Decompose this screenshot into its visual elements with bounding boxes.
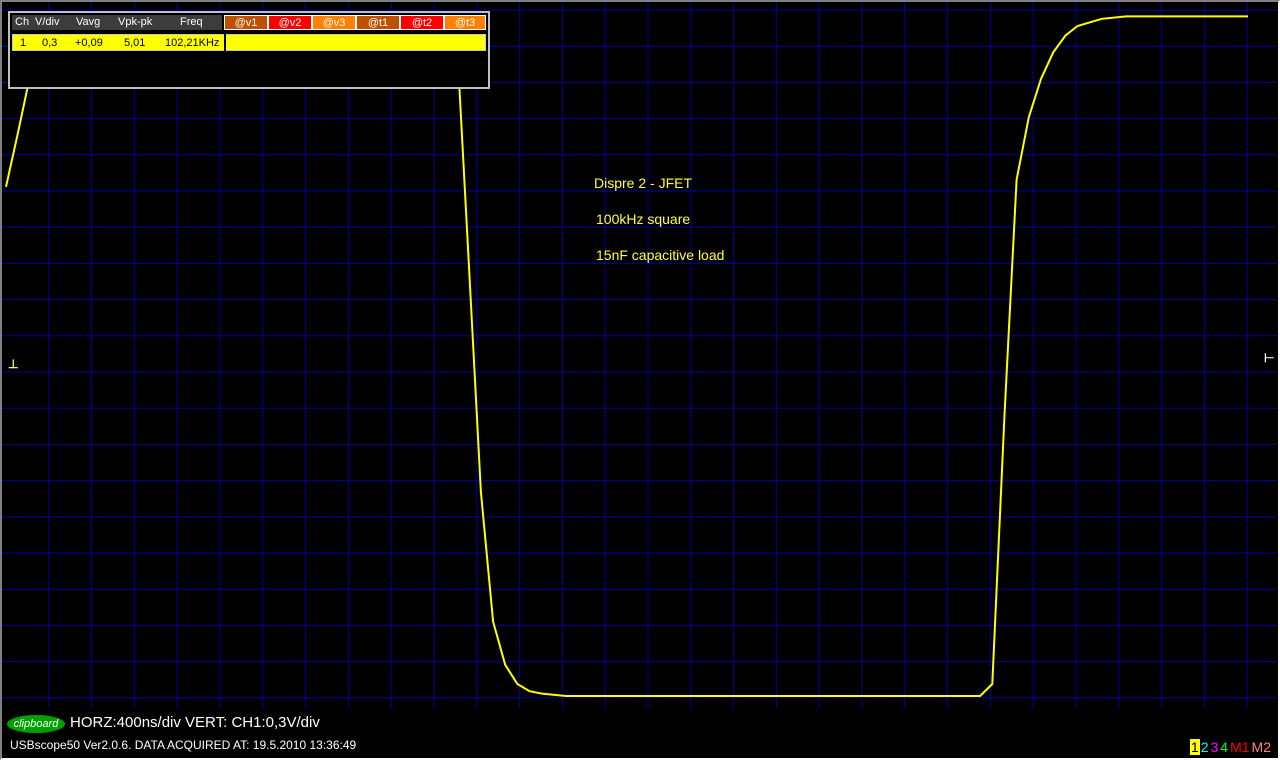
- col-header-vdiv: V/div: [35, 16, 60, 28]
- col-header-vavg: Vavg: [76, 16, 101, 28]
- channel-legend-m1[interactable]: M1: [1229, 739, 1250, 755]
- scale-readout: HORZ:400ns/div VERT: CH1:0,3V/div: [70, 714, 320, 731]
- graticule-grid: [2, 2, 1278, 708]
- cursor-v1-button[interactable]: @v1: [224, 15, 268, 30]
- scope-window: ⊥ ⊢ Ch V/div Vavg Vpk-pk Freq @v1 @v2 @v…: [0, 0, 1280, 760]
- annotation-line-3: 15nF capacitive load: [596, 247, 725, 263]
- channel-legend-3[interactable]: 3: [1210, 739, 1220, 755]
- channel-legend-1[interactable]: 1: [1189, 739, 1200, 755]
- cell-vpkpk: 5,01: [124, 37, 146, 49]
- channel-legend-m2[interactable]: M2: [1251, 739, 1272, 755]
- channel-legend-4[interactable]: 4: [1219, 739, 1229, 755]
- cell-vavg: +0,09: [75, 37, 103, 49]
- row-separator: [224, 34, 226, 51]
- acquisition-info: USBscope50 Ver2.0.6. DATA ACQUIRED AT: 1…: [10, 738, 357, 752]
- cell-vdiv: 0,3: [42, 37, 58, 49]
- cell-ch: 1: [20, 37, 27, 49]
- cursor-t3-button[interactable]: @t3: [444, 15, 486, 30]
- cursor-t1-button[interactable]: @t1: [356, 15, 400, 30]
- cursor-v2-button[interactable]: @v2: [268, 15, 312, 30]
- col-header-ch: Ch: [15, 16, 30, 28]
- annotation-line-1: Dispre 2 - JFET: [594, 175, 693, 191]
- col-header-freq: Freq: [180, 16, 203, 28]
- oscilloscope-display[interactable]: [2, 2, 1278, 758]
- cursor-t2-button[interactable]: @t2: [400, 15, 444, 30]
- cell-freq: 102,21KHz: [165, 37, 220, 49]
- annotation-line-2: 100kHz square: [596, 211, 691, 227]
- clipboard-button[interactable]: clipboard: [7, 715, 65, 733]
- channel-legend: 1 2 3 4 M1 M2: [1189, 739, 1272, 755]
- col-header-vpkpk: Vpk-pk: [118, 16, 153, 28]
- ground-marker-icon[interactable]: ⊥: [8, 357, 18, 371]
- trigger-marker-icon[interactable]: ⊢: [1264, 351, 1274, 365]
- channel-legend-2[interactable]: 2: [1200, 739, 1210, 755]
- measurement-table: Ch V/div Vavg Vpk-pk Freq @v1 @v2 @v3 @t…: [8, 11, 490, 89]
- cursor-v3-button[interactable]: @v3: [312, 15, 356, 30]
